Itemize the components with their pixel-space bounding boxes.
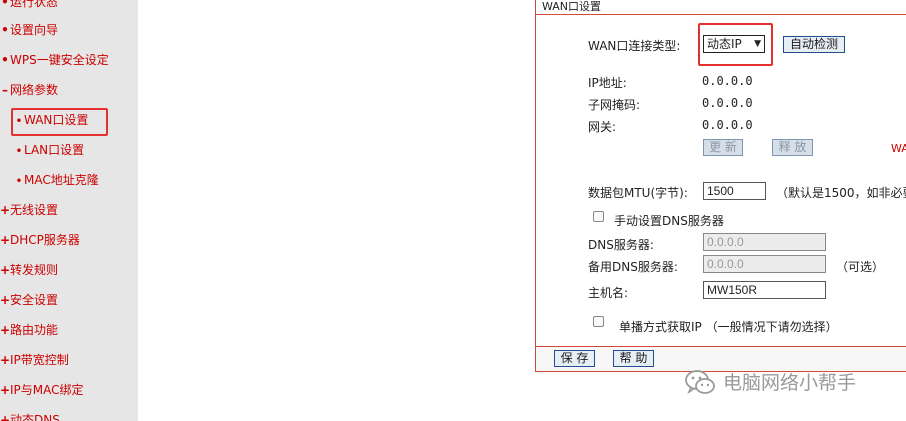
expand-icon: + bbox=[0, 233, 11, 247]
collapse-icon: – bbox=[2, 83, 8, 97]
sidebar-item-lan[interactable]: • LAN口设置 bbox=[14, 140, 84, 160]
sidebar-item-dhcp[interactable]: +DHCP服务器 bbox=[0, 230, 80, 250]
sidebar-item-label: 设置向导 bbox=[10, 23, 59, 37]
sidebar-item-label: LAN口设置 bbox=[24, 143, 85, 157]
gateway-label: 网关: bbox=[588, 120, 617, 134]
expand-icon: + bbox=[0, 413, 11, 421]
optional-note: （可选） bbox=[836, 260, 885, 274]
bullet-icon: • bbox=[15, 176, 23, 187]
watermark-text: 电脑网络小帮手 bbox=[723, 372, 857, 394]
sidebar-item-label: 动态DNS bbox=[10, 413, 60, 421]
alt-dns-input[interactable]: 0.0.0.0 bbox=[703, 255, 826, 273]
manual-dns-checkbox[interactable] bbox=[593, 211, 604, 222]
bullet-icon: • bbox=[1, 0, 9, 9]
sidebar-item-label: 安全设置 bbox=[10, 293, 59, 307]
bullet-icon: • bbox=[1, 23, 9, 37]
sidebar-item-network[interactable]: – 网络参数 bbox=[0, 80, 58, 100]
mtu-label: 数据包MTU(字节): bbox=[588, 186, 688, 200]
mask-value: 0.0.0.0 bbox=[702, 96, 753, 110]
gateway-value: 0.0.0.0 bbox=[702, 118, 753, 132]
sidebar-item-label: 网络参数 bbox=[10, 83, 59, 97]
watermark: 电脑网络小帮手 bbox=[683, 368, 856, 398]
sidebar-item-security[interactable]: +安全设置 bbox=[0, 290, 58, 310]
expand-icon: + bbox=[0, 323, 11, 337]
sidebar-item-forwarding[interactable]: +转发规则 bbox=[0, 260, 58, 280]
dns-label: DNS服务器: bbox=[588, 238, 654, 252]
hostname-label: 主机名: bbox=[588, 286, 629, 300]
save-button[interactable]: 保 存 bbox=[554, 350, 595, 367]
bullet-icon: • bbox=[15, 146, 23, 157]
mask-label: 子网掩码: bbox=[588, 98, 641, 112]
unicast-label: 单播方式获取IP （一般情况下请勿选择） bbox=[619, 320, 838, 334]
expand-icon: + bbox=[0, 383, 11, 397]
sidebar-item-label: IP与MAC绑定 bbox=[10, 383, 84, 397]
renew-button[interactable]: 更 新 bbox=[703, 139, 743, 156]
sidebar: •运行状态 •设置向导 •WPS一键安全设定 – 网络参数 • WAN口设置 • LA… bbox=[0, 0, 138, 421]
sidebar-item-wireless[interactable]: +无线设置 bbox=[0, 200, 58, 220]
panel-title: WAN口设置 bbox=[536, 0, 906, 15]
dns-input[interactable]: 0.0.0.0 bbox=[703, 233, 826, 251]
mtu-hint: （默认是1500，如非必要 bbox=[776, 186, 906, 200]
sidebar-item-status[interactable]: •运行状态 bbox=[0, 0, 58, 12]
unicast-checkbox[interactable] bbox=[593, 316, 604, 327]
sidebar-item-wps[interactable]: •WPS一键安全设定 bbox=[0, 50, 109, 70]
ip-label: IP地址: bbox=[588, 76, 627, 90]
sidebar-item-ip-mac-binding[interactable]: +IP与MAC绑定 bbox=[0, 380, 84, 400]
auto-detect-button[interactable]: 自动检测 bbox=[783, 36, 845, 53]
manual-dns-label: 手动设置DNS服务器 bbox=[614, 214, 724, 228]
hostname-input[interactable]: MW150R bbox=[703, 281, 826, 299]
sidebar-item-label: WPS一键安全设定 bbox=[10, 53, 109, 67]
highlight-box bbox=[11, 108, 108, 136]
expand-icon: + bbox=[0, 353, 11, 367]
alt-dns-label: 备用DNS服务器: bbox=[588, 260, 678, 274]
sidebar-item-bandwidth[interactable]: +IP带宽控制 bbox=[0, 350, 69, 370]
sidebar-item-ddns[interactable]: +动态DNS bbox=[0, 410, 60, 421]
help-button[interactable]: 帮 助 bbox=[613, 350, 654, 367]
conn-type-label: WAN口连接类型: bbox=[588, 39, 681, 53]
sidebar-item-label: MAC地址克隆 bbox=[24, 173, 99, 187]
sidebar-item-label: 运行状态 bbox=[10, 0, 59, 9]
sidebar-item-label: 无线设置 bbox=[10, 203, 59, 217]
sidebar-item-label: 路由功能 bbox=[10, 323, 59, 337]
bullet-icon: • bbox=[1, 53, 9, 67]
wechat-logo-icon bbox=[685, 370, 715, 395]
mtu-input[interactable]: 1500 bbox=[703, 182, 766, 200]
highlight-box bbox=[698, 23, 773, 66]
expand-icon: + bbox=[0, 203, 11, 217]
sidebar-item-mac-clone[interactable]: • MAC地址克隆 bbox=[14, 170, 99, 190]
expand-icon: + bbox=[0, 293, 11, 307]
wan-status-text: WAN bbox=[891, 142, 906, 155]
sidebar-item-label: 转发规则 bbox=[10, 263, 59, 277]
sidebar-item-routing[interactable]: +路由功能 bbox=[0, 320, 58, 340]
sidebar-item-setup-wizard[interactable]: •设置向导 bbox=[0, 20, 58, 40]
ip-value: 0.0.0.0 bbox=[702, 74, 753, 88]
sidebar-item-label: DHCP服务器 bbox=[10, 233, 80, 247]
sidebar-item-label: IP带宽控制 bbox=[10, 353, 69, 367]
release-button[interactable]: 释 放 bbox=[772, 139, 813, 156]
expand-icon: + bbox=[0, 263, 11, 277]
